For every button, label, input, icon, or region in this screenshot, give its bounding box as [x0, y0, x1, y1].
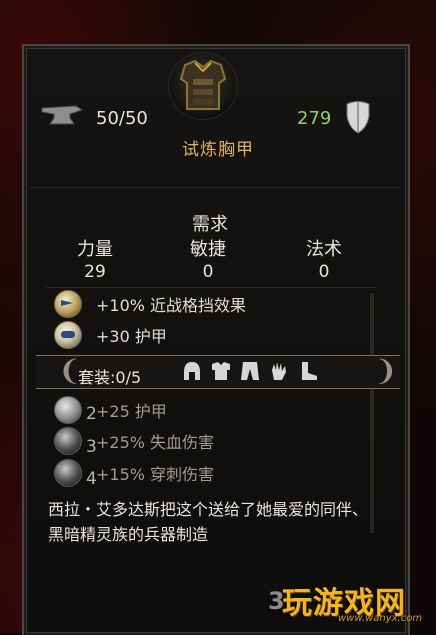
set-bonus-row: +25 护甲	[54, 396, 167, 424]
bonus-text: +10% 近战格挡效果	[96, 296, 247, 315]
req-label-strength: 力量	[77, 239, 113, 260]
chest-armor-icon	[179, 59, 227, 110]
set-gem-icon	[54, 427, 82, 455]
bonus-text: +30 护甲	[96, 327, 167, 346]
set-gem-icon	[54, 396, 82, 424]
req-value-magic: 0	[318, 262, 330, 282]
set-progress-label: 套装:0/5	[78, 368, 142, 387]
bonus-row: +30 护甲	[54, 321, 167, 349]
set-bonus-count: 2	[86, 404, 97, 424]
req-value-agility: 0	[202, 262, 214, 282]
req-label-agility: 敏捷	[190, 239, 226, 260]
item-description: 西拉・艾多达斯把这个送给了她最爱的同伴、黑暗精灵族的兵器制造	[48, 500, 369, 544]
requirements-title: 需求	[192, 214, 228, 235]
set-bar-left-cap: ❨	[58, 354, 82, 387]
set-bonus-row: +25% 失血伤害	[54, 427, 214, 455]
set-bar-right-cap: ❩	[374, 354, 398, 387]
set-gem-icon	[54, 459, 82, 487]
bonus-row: +10% 近战格挡效果	[54, 290, 246, 318]
divider	[30, 187, 400, 188]
watermark-url: www.wanyx.com	[338, 613, 423, 624]
set-bonus-count: 4	[86, 469, 97, 489]
set-bonus-row: +15% 穿刺伤害	[54, 459, 214, 487]
item-name: 试炼胸甲	[182, 140, 254, 160]
armor-value: 279	[297, 108, 332, 129]
block-gem-icon	[54, 290, 82, 318]
set-bonus-text: +25 护甲	[96, 402, 167, 421]
armor-gem-icon	[54, 321, 82, 349]
chest-icon	[210, 360, 232, 382]
set-bonus-text: +25% 失血伤害	[96, 433, 215, 452]
durability-value: 50/50	[96, 108, 148, 129]
durability-anvil-icon	[41, 105, 84, 125]
req-value-strength: 29	[84, 262, 106, 282]
boots-icon	[297, 360, 319, 382]
item-portrait	[168, 52, 238, 120]
gloves-icon	[268, 360, 290, 382]
set-bonus-text: +15% 穿刺伤害	[96, 465, 215, 484]
req-label-magic: 法术	[306, 239, 342, 260]
legs-icon	[239, 360, 261, 382]
set-pieces	[181, 360, 319, 382]
helm-icon	[181, 360, 203, 382]
set-bonus-count: 3	[86, 437, 97, 457]
armor-shield-icon	[346, 101, 370, 134]
